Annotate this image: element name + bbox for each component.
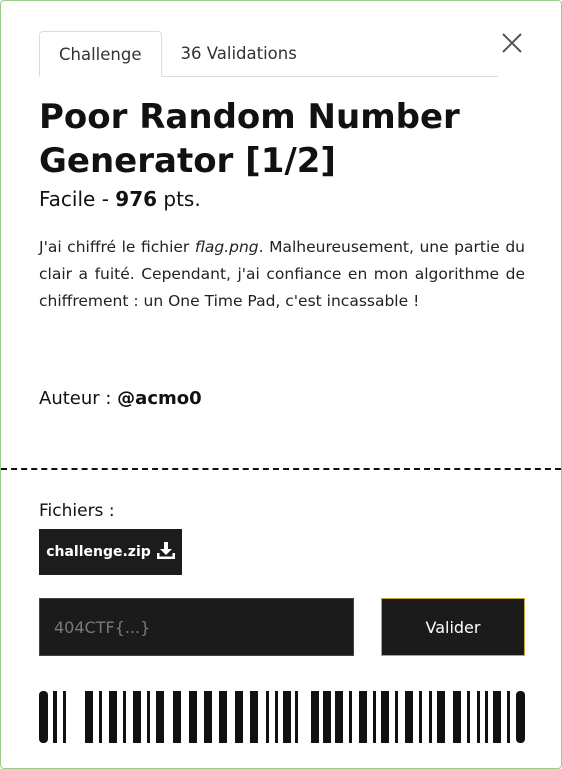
author-name: @acmo0 (117, 388, 202, 409)
separator: - (95, 187, 116, 211)
description-text-start: J'ai chiffré le fichier (39, 238, 195, 256)
challenge-title: Poor Random Number Generator [1/2] (39, 97, 460, 181)
challenge-description: J'ai chiffré le fichier flag.png. Malheu… (39, 234, 525, 315)
points-value: 976 (115, 187, 158, 211)
file-name: challenge.zip (46, 544, 151, 560)
dashed-divider (1, 468, 561, 470)
files-label: Fichiers : (39, 501, 115, 521)
download-icon (156, 541, 175, 563)
challenge-modal: Challenge 36 Validations Poor Random Num… (0, 0, 562, 769)
challenge-difficulty-points: Facile - 976 pts. (39, 187, 201, 211)
barcode-decoration (39, 691, 525, 743)
author-line: Auteur : @acmo0 (39, 388, 202, 409)
close-icon[interactable] (500, 31, 524, 55)
author-label: Auteur : (39, 388, 118, 409)
download-file-button[interactable]: challenge.zip (39, 529, 182, 575)
tab-bar: Challenge 36 Validations (39, 31, 498, 77)
tab-validations[interactable]: 36 Validations (162, 31, 316, 76)
points-unit: pts. (157, 187, 201, 211)
tab-challenge[interactable]: Challenge (39, 31, 162, 77)
difficulty-label: Facile (39, 187, 96, 211)
submit-button[interactable]: Valider (381, 598, 525, 656)
flag-input[interactable] (39, 598, 354, 656)
description-filename: flag.png (194, 238, 259, 256)
